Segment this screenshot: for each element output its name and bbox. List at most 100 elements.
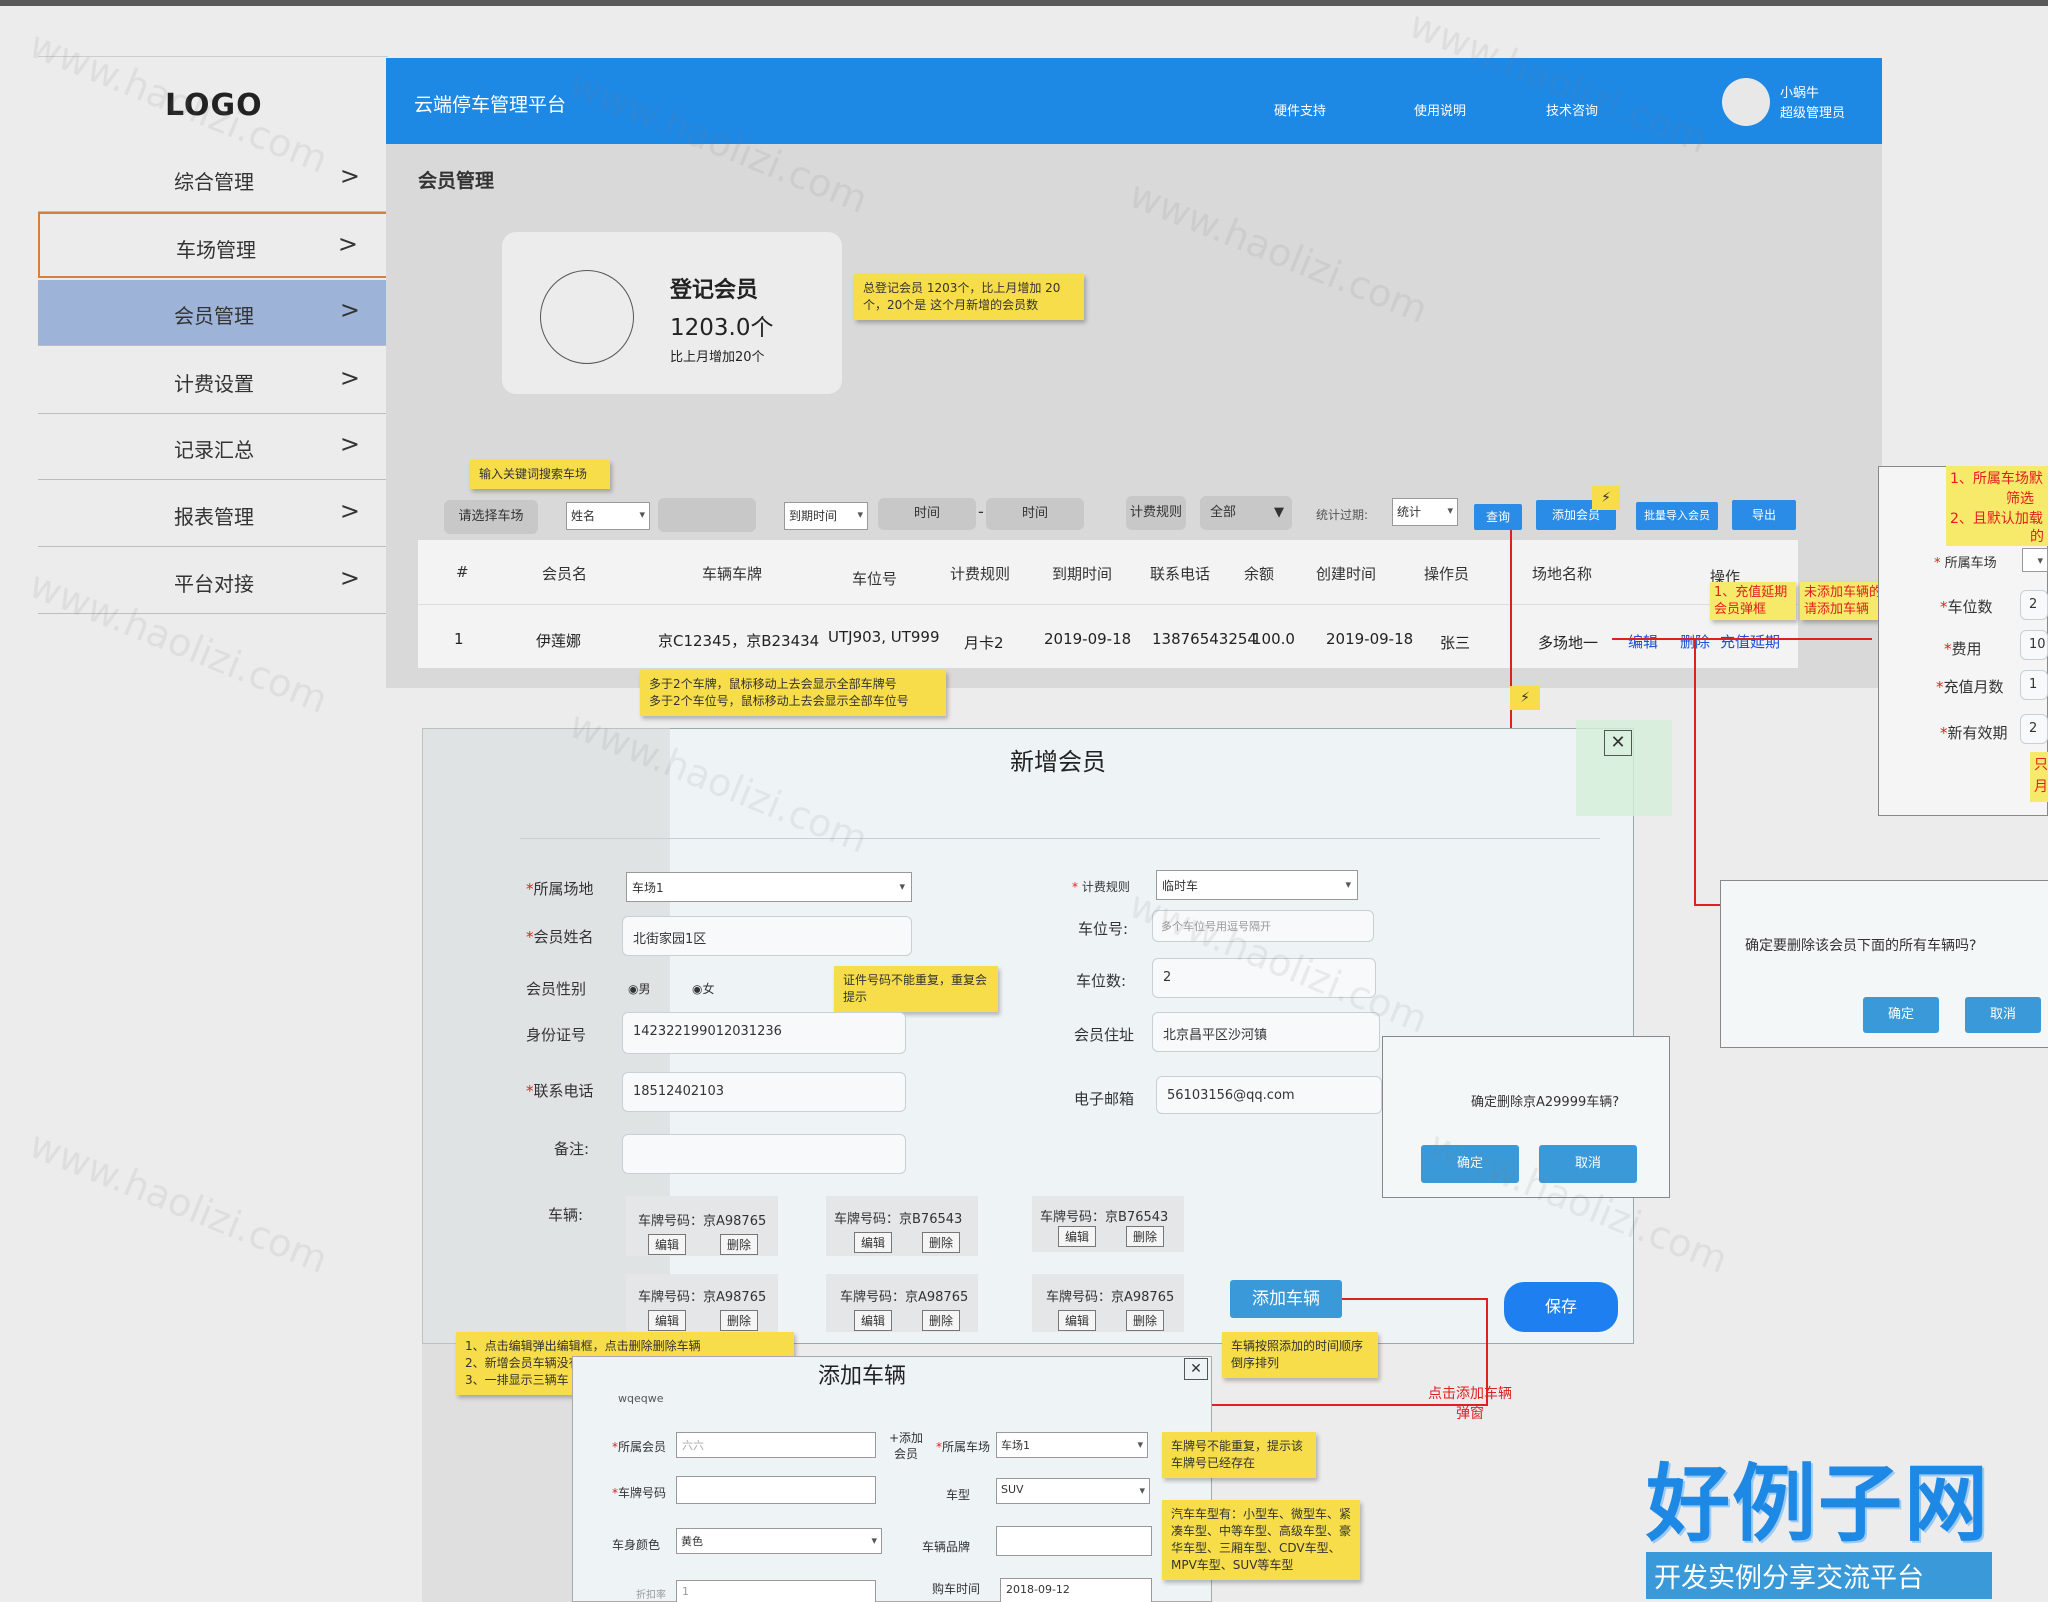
vehicle-park-select[interactable]: 车场1 [996,1432,1148,1458]
car-edit-button[interactable]: 编辑 [648,1234,687,1255]
panel-note-1b: 筛选 [2006,491,2034,507]
email-input[interactable]: 56103156@qq.com [1156,1076,1382,1114]
logo: LOGO [165,88,263,123]
recharge-link[interactable]: 充值延期 [1720,631,1780,652]
gender-male-label: 男 [638,982,651,996]
panel-space-input[interactable]: 2 [2020,590,2048,620]
confirm-cancel-button[interactable]: 取消 [1965,997,2041,1033]
time-from-input[interactable]: 时间 [878,498,976,530]
sidebar-item-parking[interactable]: 车场管理 > [38,212,388,278]
sidebar-item-members[interactable]: 会员管理 > [38,280,388,346]
car-delete-button[interactable]: 删除 [922,1310,961,1331]
annotation-search: 输入关键词搜索车场 [470,460,610,489]
export-button[interactable]: 导出 [1732,500,1796,530]
batch-import-button[interactable]: 批量导入会员 [1636,502,1718,530]
add-car-button[interactable]: 添加车辆 [1230,1280,1342,1318]
rule-select[interactable]: 临时车 [1156,870,1358,900]
gender-female-radio[interactable]: ◉女 [692,980,715,997]
plates-note-2: 多于2个车位号，鼠标移动上去会显示全部车位号 [649,694,909,708]
connector-line [1342,1298,1486,1300]
vehicle-type-label: 车型 [946,1488,971,1502]
space-label: 车位号: [1078,920,1129,938]
lightning-icon: ⚡ [1592,486,1620,510]
header-link-hardware[interactable]: 硬件支持 [1274,100,1326,119]
annotation-add-car: 点击添加车辆弹窗 [1428,1386,1512,1422]
panel-months-input[interactable]: 1 [2020,670,2048,700]
billing-rule-select[interactable]: 全部 ▼ [1200,496,1292,530]
vehicle-member-label-text: 所属会员 [618,1440,667,1454]
modal-title: 新增会员 [1010,748,1106,776]
add-member-link[interactable]: +添加会员 [886,1430,926,1462]
stat-value: 1203.0个 [670,315,774,341]
time-to-input[interactable]: 时间 [986,498,1084,530]
keyword-input[interactable] [658,498,756,532]
vehicle-buy-input[interactable]: 2018-09-12 [1000,1578,1152,1602]
save-button[interactable]: 保存 [1504,1282,1618,1332]
brand-title: 好例子网 [1646,1455,1991,1553]
car-delete-button[interactable]: 删除 [922,1232,961,1253]
select-park-button[interactable]: 请选择车场 [444,500,538,534]
vehicle-type-select[interactable]: SUV [996,1478,1150,1504]
sidebar-item-reports[interactable]: 报表管理 > [38,481,388,547]
vehicle-brand-input[interactable] [996,1526,1152,1556]
car-edit-button[interactable]: 编辑 [648,1310,687,1331]
vehicle-discount-input[interactable]: 1 [676,1580,876,1602]
panel-valid-label-text: 新有效期 [1947,724,2008,742]
table-divider [418,604,1798,605]
avatar[interactable] [1722,78,1770,126]
expired-select[interactable]: 统计 [1392,498,1458,526]
vehicle-modal-tag: wqeqwe [618,1392,664,1405]
remark-input[interactable] [622,1134,906,1174]
due-select[interactable]: 到期时间 [784,502,868,530]
recharge-note-1: 1、充值延期 [1714,585,1788,600]
sidebar-item-label: 记录汇总 [174,438,254,462]
vehicle-park-label: *所属车场 [936,1440,991,1454]
vehicle-plate-input[interactable] [676,1476,876,1504]
cell-plates: 京C12345，京B23434 [658,632,820,650]
chevron-right-icon: > [339,364,360,392]
connector-line [1612,638,1872,640]
confirm-ok-button[interactable]: 确定 [1863,997,1939,1033]
address-input[interactable]: 北京昌平区沙河镇 [1152,1012,1380,1052]
car-edit-button[interactable]: 编辑 [1058,1226,1097,1247]
header-link-consult[interactable]: 技术咨询 [1546,100,1598,119]
sidebar-item-overview[interactable]: 综合管理 > [38,146,388,212]
vehicle-member-input[interactable]: 六六 [676,1432,876,1458]
edit-link[interactable]: 编辑 [1628,631,1658,652]
name-select[interactable]: 姓名 [566,502,650,530]
id-input[interactable]: 142322199012031236 [622,1012,906,1054]
car-edit-button[interactable]: 编辑 [1058,1310,1097,1331]
car-delete-button[interactable]: 删除 [1126,1226,1165,1247]
car-card: 车牌号码：京A98765 编辑 删除 [1032,1274,1184,1332]
panel-valid-input[interactable]: 2 [2020,714,2048,744]
vehicle-buy-label: 购车时间 [932,1582,981,1596]
phone-input[interactable]: 18512402103 [622,1072,906,1112]
car-delete-button[interactable]: 删除 [720,1310,759,1331]
query-button[interactable]: 查询 [1474,504,1522,530]
space-count-input[interactable]: 2 [1152,958,1376,998]
cell-rule: 月卡2 [964,634,1004,652]
gender-female-label: 女 [702,982,715,996]
close-icon[interactable]: ✕ [1184,1358,1208,1380]
confirm-ok-button[interactable]: 确定 [1421,1145,1519,1183]
sidebar-item-platform[interactable]: 平台对接 > [38,548,388,614]
header-link-guide[interactable]: 使用说明 [1414,100,1466,119]
confirm-cancel-button[interactable]: 取消 [1539,1145,1637,1183]
panel-fee-input[interactable]: 10 [2020,630,2048,660]
user-info[interactable]: 小蜗牛 超级管理员 [1780,84,1845,124]
close-icon[interactable]: ✕ [1604,730,1632,756]
vehicle-color-select[interactable]: 黄色 [676,1528,882,1554]
member-name-input[interactable]: 北街家园1区 [622,916,912,956]
car-delete-button[interactable]: 删除 [1126,1310,1165,1331]
confirm-text: 确定删除京A29999车辆? [1471,1095,1620,1110]
space-input[interactable]: 多个车位号用逗号隔开 [1152,910,1374,942]
sidebar-item-billing[interactable]: 计费设置 > [38,348,388,414]
car-plate: 车牌号码：京A98765 [1046,1290,1175,1305]
car-edit-button[interactable]: 编辑 [854,1232,893,1253]
panel-site-select[interactable] [2022,548,2048,572]
sidebar-item-records[interactable]: 记录汇总 > [38,414,388,480]
car-edit-button[interactable]: 编辑 [854,1310,893,1331]
gender-male-radio[interactable]: ◉男 [628,980,651,997]
car-delete-button[interactable]: 删除 [720,1234,759,1255]
site-select[interactable]: 车场1 [626,872,912,902]
